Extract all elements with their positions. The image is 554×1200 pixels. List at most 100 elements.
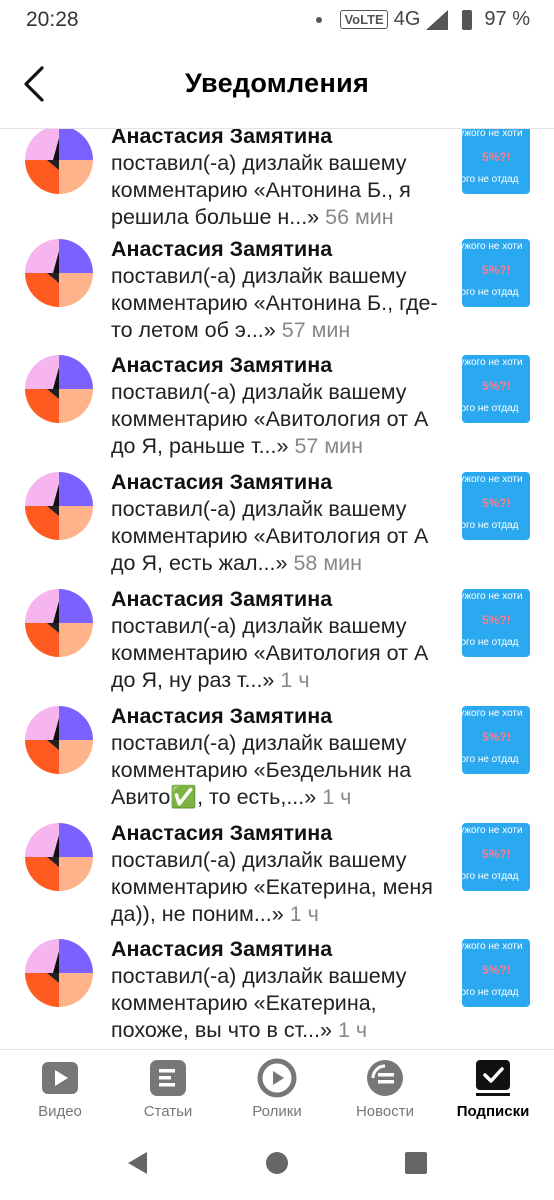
avatar[interactable]	[25, 472, 93, 540]
article-thumbnail[interactable]: чужого не хоти 5%?! кого не отдад	[462, 355, 530, 423]
notification-message: поставил(-а) дизлайк вашему комментарию …	[111, 497, 429, 575]
thumbnail-caption-top: чужого не хоти	[462, 825, 523, 836]
notification-message: поставил(-а) дизлайк вашему комментарию …	[111, 848, 433, 926]
page-title: Уведомления	[184, 68, 370, 98]
system-home-button[interactable]	[264, 1150, 290, 1176]
notification-item[interactable]: Анастасия Замятина поставил(-а) дизлайк …	[0, 129, 554, 243]
thumbnail-caption-bottom: кого не отдад	[462, 754, 519, 765]
article-thumbnail[interactable]: чужого не хоти 5%?! кого не отдад	[462, 706, 530, 774]
signal-icon	[426, 9, 449, 30]
article-thumbnail[interactable]: чужого не хоти 5%?! кого не отдад	[462, 129, 530, 194]
thumbnail-caption-center: 5%?!	[482, 730, 511, 744]
thumbnail-caption-center: 5%?!	[482, 613, 511, 627]
article-thumbnail[interactable]: чужого не хоти 5%?! кого не отдад	[462, 939, 530, 1007]
thumbnail-caption-top: чужого не хоти	[462, 591, 523, 602]
notification-time: 57 мин	[281, 318, 351, 342]
notification-author: Анастасия Замятина	[111, 470, 333, 494]
notification-message: поставил(-а) дизлайк вашему комментарию …	[111, 614, 429, 692]
avatar-image	[25, 589, 93, 657]
thumbnail-caption-bottom: кого не отдад	[462, 520, 519, 531]
notification-author: Анастасия Замятина	[111, 821, 333, 845]
thumbnail-caption-top: чужого не хоти	[462, 941, 523, 952]
thumbnail-caption-center: 5%?!	[482, 496, 511, 510]
notification-item[interactable]: Анастасия Замятина поставил(-а) дизлайк …	[0, 820, 554, 940]
notification-time: 57 мин	[294, 434, 364, 458]
system-back-button[interactable]	[125, 1150, 151, 1176]
status-indicators: VoLTE 4G 97 %	[316, 8, 530, 31]
nav-label: Новости	[355, 1103, 415, 1120]
avatar[interactable]	[25, 589, 93, 657]
notification-item[interactable]: Анастасия Замятина поставил(-а) дизлайк …	[0, 236, 554, 356]
avatar-image	[25, 129, 93, 194]
thumbnail-caption-bottom: кого не отдад	[462, 987, 519, 998]
notification-author: Анастасия Замятина	[111, 353, 333, 377]
notification-list[interactable]: Анастасия Замятина поставил(-а) дизлайк …	[0, 129, 554, 1049]
bottom-navigation: Видео Статьи Ролики Новости Подписки	[0, 1049, 554, 1131]
nav-label: Подписки	[456, 1103, 530, 1120]
battery-level: 97 %	[484, 8, 530, 30]
video-icon	[42, 1062, 78, 1094]
header: Уведомления	[0, 42, 554, 129]
thumbnail-caption-bottom: кого не отдад	[462, 287, 519, 298]
system-navigation	[0, 1130, 554, 1200]
article-thumbnail[interactable]: чужого не хоти 5%?! кого не отдад	[462, 589, 530, 657]
notification-text: Анастасия Замятина поставил(-а) дизлайк …	[111, 469, 451, 577]
avatar[interactable]	[25, 939, 93, 1007]
articles-icon	[150, 1060, 186, 1096]
notification-author: Анастасия Замятина	[111, 129, 333, 148]
avatar-image	[25, 355, 93, 423]
shorts-icon	[257, 1058, 297, 1098]
notification-author: Анастасия Замятина	[111, 237, 333, 261]
article-thumbnail[interactable]: чужого не хоти 5%?! кого не отдад	[462, 239, 530, 307]
notification-item[interactable]: Анастасия Замятина поставил(-а) дизлайк …	[0, 469, 554, 589]
notification-item[interactable]: Анастасия Замятина поставил(-а) дизлайк …	[0, 936, 554, 1049]
notification-dot-icon	[316, 16, 323, 23]
nav-articles[interactable]: Статьи	[113, 1058, 223, 1128]
thumbnail-caption-center: 5%?!	[482, 263, 511, 277]
avatar[interactable]	[25, 706, 93, 774]
avatar[interactable]	[25, 129, 93, 194]
subscriptions-icon	[476, 1060, 510, 1096]
notification-text: Анастасия Замятина поставил(-а) дизлайк …	[111, 586, 451, 694]
notification-time: 1 ч	[322, 785, 352, 809]
notification-message: поставил(-а) дизлайк вашему комментарию …	[111, 731, 412, 809]
nav-news[interactable]: Новости	[330, 1058, 440, 1128]
nav-video[interactable]: Видео	[5, 1058, 115, 1128]
thumbnail-caption-top: чужого не хоти	[462, 129, 523, 139]
notification-text: Анастасия Замятина поставил(-а) дизлайк …	[111, 129, 451, 231]
notification-text: Анастасия Замятина поставил(-а) дизлайк …	[111, 236, 451, 344]
notification-text: Анастасия Замятина поставил(-а) дизлайк …	[111, 936, 451, 1044]
thumbnail-caption-top: чужого не хоти	[462, 708, 523, 719]
avatar[interactable]	[25, 355, 93, 423]
avatar-image	[25, 823, 93, 891]
article-thumbnail[interactable]: чужого не хоти 5%?! кого не отдад	[462, 472, 530, 540]
notification-item[interactable]: Анастасия Замятина поставил(-а) дизлайк …	[0, 586, 554, 706]
thumbnail-caption-bottom: кого не отдад	[462, 871, 519, 882]
nav-label: Видео	[38, 1103, 82, 1120]
nav-label: Ролики	[252, 1103, 302, 1120]
nav-label: Статьи	[143, 1103, 193, 1120]
thumbnail-caption-bottom: кого не отдад	[462, 403, 519, 414]
nav-subscriptions[interactable]: Подписки	[438, 1058, 548, 1128]
battery-icon	[462, 9, 473, 30]
status-bar: 20:28 VoLTE 4G 97 %	[0, 0, 554, 42]
avatar-image	[25, 239, 93, 307]
notification-time: 1 ч	[280, 668, 310, 692]
avatar[interactable]	[25, 239, 93, 307]
notification-time: 1 ч	[337, 1018, 368, 1042]
system-recents-button[interactable]	[403, 1150, 429, 1176]
article-thumbnail[interactable]: чужого не хоти 5%?! кого не отдад	[462, 823, 530, 891]
notification-time: 56 мин	[325, 205, 394, 229]
notification-item[interactable]: Анастасия Замятина поставил(-а) дизлайк …	[0, 352, 554, 472]
thumbnail-caption-bottom: кого не отдад	[462, 174, 519, 185]
thumbnail-caption-center: 5%?!	[482, 847, 511, 861]
thumbnail-caption-center: 5%?!	[482, 150, 511, 164]
network-type: 4G	[393, 8, 421, 30]
nav-shorts[interactable]: Ролики	[222, 1058, 332, 1128]
notification-text: Анастасия Замятина поставил(-а) дизлайк …	[111, 352, 451, 460]
notification-time: 1 ч	[289, 902, 319, 926]
notification-item[interactable]: Анастасия Замятина поставил(-а) дизлайк …	[0, 704, 554, 823]
avatar[interactable]	[25, 823, 93, 891]
notification-message: поставил(-а) дизлайк вашему комментарию …	[111, 380, 429, 458]
notification-text: Анастасия Замятина поставил(-а) дизлайк …	[111, 820, 451, 928]
